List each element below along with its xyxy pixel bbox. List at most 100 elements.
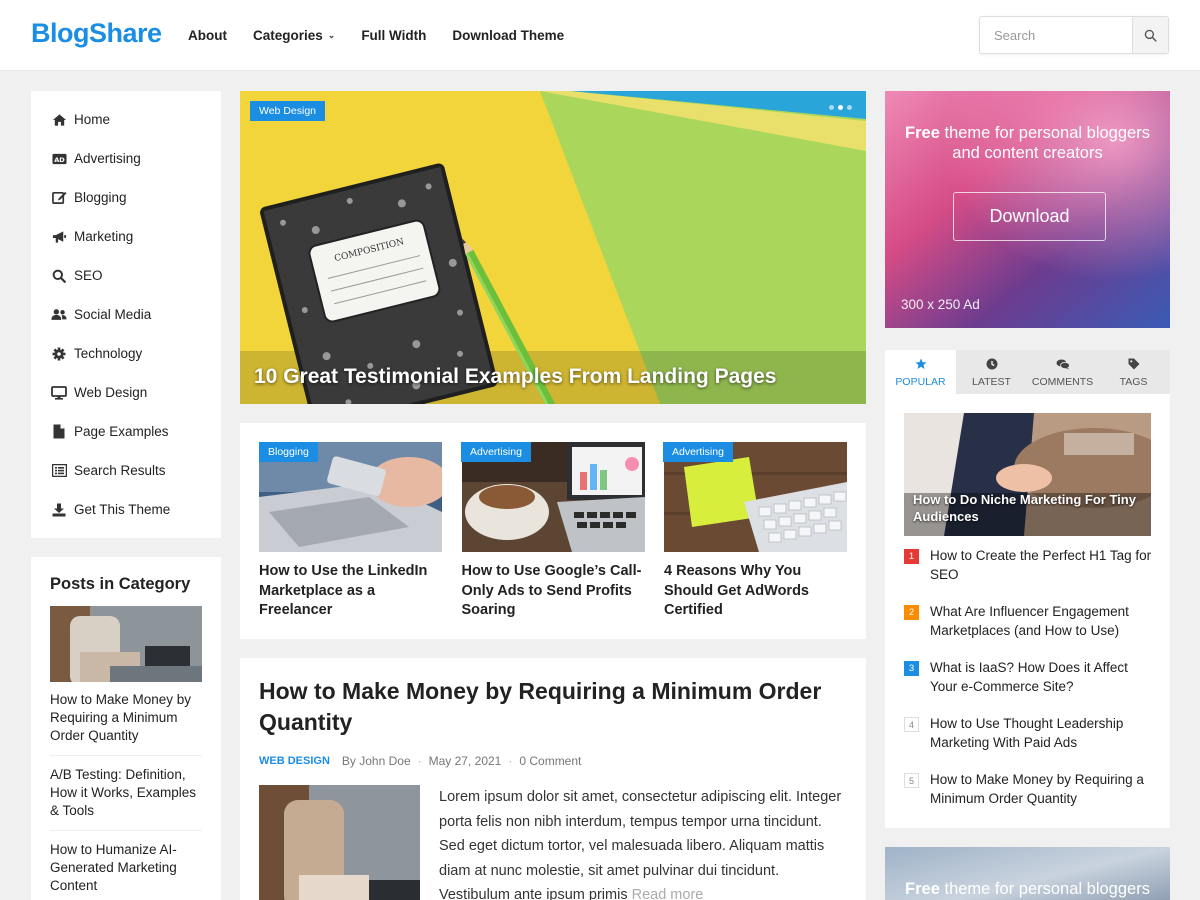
post-title[interactable]: How to Make Money by Requiring a Minimum…: [259, 676, 847, 738]
nav-about[interactable]: About: [188, 28, 227, 43]
ad-line1: theme for personal bloggers: [939, 880, 1150, 898]
post-excerpt-text: Lorem ipsum dolor sit amet, consectetur …: [439, 785, 847, 900]
sidebar-item-web-design[interactable]: Web Design: [31, 373, 221, 412]
nav-label: Full Width: [361, 28, 427, 43]
nav-categories[interactable]: Categories ⌄: [253, 28, 335, 43]
comments-icon: [1027, 356, 1098, 372]
sidebar-item-blogging[interactable]: Blogging: [31, 178, 221, 217]
sidebar-item-technology[interactable]: Technology: [31, 334, 221, 373]
download-button[interactable]: Download: [953, 192, 1106, 241]
slider-dot[interactable]: [829, 105, 834, 110]
popular-post-title: How to Create the Perfect H1 Tag for SEO: [930, 548, 1152, 582]
sidebar-item-page-examples[interactable]: Page Examples: [31, 412, 221, 451]
post-comments[interactable]: 0 Comment: [519, 754, 581, 768]
category-badge[interactable]: Blogging: [259, 442, 318, 462]
search-box: [979, 16, 1169, 54]
post-category[interactable]: WEB DESIGN: [259, 755, 330, 767]
list-item[interactable]: 5 How to Make Money by Requiring a Minim…: [904, 770, 1154, 826]
sidebar-item-label: Technology: [74, 346, 143, 361]
site-logo[interactable]: BlogShare: [31, 18, 162, 49]
posts-in-category-widget: Posts in Category How to Make Money by R…: [31, 557, 221, 900]
sidebar-item-social-media[interactable]: Social Media: [31, 295, 221, 334]
meta-separator: ·: [508, 754, 513, 768]
card-title[interactable]: How to Use the LinkedIn Marketplace as a…: [259, 562, 442, 621]
sidebar-item-get-this-theme[interactable]: Get This Theme: [31, 490, 221, 529]
widget-title: Posts in Category: [50, 575, 191, 593]
rank-badge: 3: [904, 661, 919, 676]
ad-banner[interactable]: Free theme for personal bloggers and cont…: [885, 91, 1170, 328]
search-button[interactable]: [1132, 17, 1168, 53]
post-thumbnail[interactable]: [259, 785, 420, 900]
category-badge[interactable]: Advertising: [663, 442, 733, 462]
read-more-link[interactable]: Read more: [632, 887, 704, 900]
tab-comments[interactable]: COMMENTS: [1027, 350, 1098, 394]
sidebar-item-seo[interactable]: SEO: [31, 256, 221, 295]
sidebar-item-label: Social Media: [74, 307, 152, 322]
tab-tags[interactable]: TAGS: [1098, 350, 1169, 394]
widget-tabs: POPULAR LATEST COMMENTS TAGS: [885, 350, 1170, 394]
post-card[interactable]: Advertising 4 Reasons Why You Should Get…: [663, 442, 847, 621]
sidebar-item-home[interactable]: Home: [31, 100, 221, 139]
sidebar-item-marketing[interactable]: Marketing: [31, 217, 221, 256]
nav-label: Download Theme: [452, 28, 565, 43]
category-badge[interactable]: Web Design: [250, 101, 326, 121]
list-icon: [51, 463, 67, 479]
download-icon: [51, 502, 67, 518]
tab-label: LATEST: [972, 376, 1011, 388]
post-thumbnail[interactable]: [50, 606, 202, 682]
hero-title[interactable]: 10 Great Testimonial Examples From Landi…: [254, 365, 776, 389]
ad-headline: Free theme for personal bloggers and cont…: [885, 123, 1170, 163]
post-card[interactable]: Blogging How to Use the LinkedIn Marketp…: [259, 442, 442, 620]
rank-badge: 1: [904, 549, 919, 564]
excerpt: Lorem ipsum dolor sit amet, consectetur …: [439, 789, 842, 900]
search-icon: [1144, 29, 1157, 42]
sidebar-item-label: Advertising: [74, 151, 141, 166]
ad-banner-2[interactable]: Free theme for personal bloggers: [885, 847, 1170, 900]
featured-cards: Blogging How to Use the LinkedIn Marketp…: [240, 423, 866, 639]
sidebar-item-search-results[interactable]: Search Results: [31, 451, 221, 490]
sidebar-item-label: SEO: [74, 268, 103, 283]
featured-post-title[interactable]: How to Do Niche Marketing For Tiny Audie…: [913, 491, 1142, 525]
edit-icon: [51, 190, 67, 206]
main-nav: About Categories ⌄ Full Width Download Th…: [188, 0, 590, 71]
category-badge[interactable]: Advertising: [461, 442, 531, 462]
post-card[interactable]: Advertising How to Use Google’s Call-Onl…: [461, 442, 645, 621]
ad-headline: Free theme for personal bloggers: [885, 879, 1170, 899]
slider-dot[interactable]: [838, 105, 843, 110]
nav-download-theme[interactable]: Download Theme: [452, 28, 564, 43]
card-title[interactable]: 4 Reasons Why You Should Get AdWords Cer…: [664, 562, 847, 621]
users-icon: [51, 307, 67, 323]
featured-post[interactable]: How to Do Niche Marketing For Tiny Audie…: [904, 413, 1151, 536]
nav-label: About: [188, 28, 227, 43]
sidebar-item-label: Search Results: [74, 463, 166, 478]
card-title[interactable]: How to Use Google’s Call-Only Ads to Sen…: [462, 562, 645, 621]
list-item[interactable]: 3 What is IaaS? How Does it Affect Your …: [904, 658, 1154, 714]
list-item[interactable]: 4 How to Use Thought Leadership Marketin…: [904, 714, 1154, 770]
list-item[interactable]: A/B Testing: Definition, How it Works, E…: [50, 766, 202, 831]
popular-posts-list: 1 How to Create the Perfect H1 Tag for S…: [904, 546, 1154, 826]
list-item[interactable]: How to Make Money by Requiring a Minimum…: [50, 691, 202, 756]
hero-slider[interactable]: COMPOSITION Web Design 10 Great Testimon…: [240, 91, 866, 404]
ad-line1: theme for personal bloggers: [939, 124, 1150, 142]
search-input[interactable]: [980, 17, 1132, 53]
slider-dot[interactable]: [847, 105, 852, 110]
ad-free-word: Free: [905, 880, 940, 898]
tab-latest[interactable]: LATEST: [956, 350, 1027, 394]
tab-label: TAGS: [1119, 376, 1148, 388]
search-icon: [51, 268, 67, 284]
post-date: May 27, 2021: [428, 754, 502, 768]
chevron-down-icon: ⌄: [327, 30, 336, 40]
list-item[interactable]: 2 What Are Influencer Engagement Marketp…: [904, 602, 1154, 658]
nav-full-width[interactable]: Full Width: [361, 28, 426, 43]
post-meta: WEB DESIGN By John Doe · May 27, 2021 · …: [259, 754, 847, 768]
sidebar-item-label: Page Examples: [74, 424, 169, 439]
post-author[interactable]: By John Doe: [342, 754, 411, 768]
sidebar-item-advertising[interactable]: AD Advertising: [31, 139, 221, 178]
svg-text:AD: AD: [54, 155, 65, 163]
list-item[interactable]: 1 How to Create the Perfect H1 Tag for S…: [904, 546, 1154, 602]
popular-post-title: What is IaaS? How Does it Affect Your e-…: [930, 660, 1128, 694]
monitor-icon: [51, 385, 67, 401]
popular-post-title: How to Make Money by Requiring a Minimum…: [930, 772, 1144, 806]
tab-popular[interactable]: POPULAR: [885, 350, 956, 394]
list-item[interactable]: How to Humanize AI-Generated Marketing C…: [50, 841, 202, 900]
